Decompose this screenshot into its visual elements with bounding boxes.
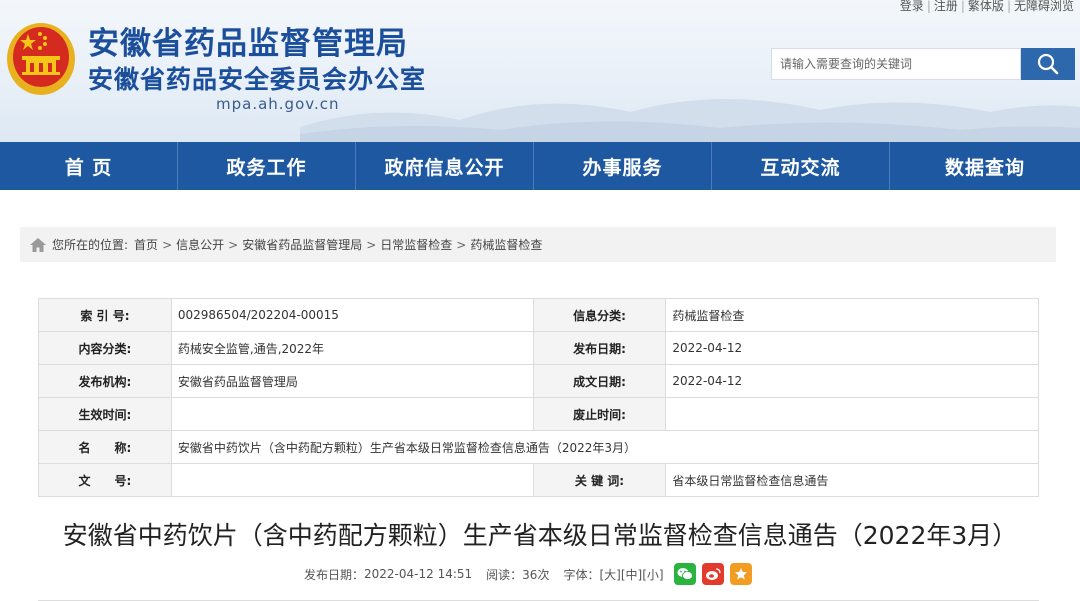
top-links: 登录 | 注册 | 繁体版 | 无障碍浏览 bbox=[900, 0, 1074, 14]
nav-item-services[interactable]: 办事服务 bbox=[534, 142, 712, 190]
site-title: 安徽省药品监督管理局 bbox=[88, 26, 408, 62]
views-count: 36次 bbox=[522, 567, 550, 582]
accessibility-link[interactable]: 无障碍浏览 bbox=[1014, 0, 1074, 14]
label-publish-date: 发布日期: bbox=[532, 331, 667, 365]
breadcrumb: 您所在的位置: 首页 > 信息公开 > 安徽省药品监督管理局 > 日常监督检查 … bbox=[20, 227, 1056, 262]
favorite-icon[interactable] bbox=[729, 563, 752, 585]
nav-item-information-disclosure[interactable]: 政府信息公开 bbox=[356, 142, 534, 190]
site-domain: mpa.ah.gov.cn bbox=[216, 95, 340, 113]
nav-item-data-query[interactable]: 数据查询 bbox=[890, 142, 1080, 190]
value-index-number: 002986504/202204-00015 bbox=[170, 298, 534, 332]
value-expiry-time bbox=[665, 397, 1039, 431]
label-content-category: 内容分类: bbox=[38, 331, 172, 365]
publish-date: 2022-04-12 14:51 bbox=[364, 567, 473, 581]
table-row: 索 引 号: 002986504/202204-00015 信息分类: 药械监督… bbox=[38, 298, 1039, 332]
search-icon bbox=[1037, 53, 1059, 75]
font-size-label: 字体： bbox=[563, 567, 600, 582]
views-label: 阅读： bbox=[486, 567, 523, 582]
breadcrumb-item-bureau[interactable]: 安徽省药品监督管理局 bbox=[242, 236, 362, 253]
site-subtitle: 安徽省药品安全委员会办公室 bbox=[88, 65, 427, 94]
register-link[interactable]: 注册 bbox=[934, 0, 958, 14]
font-size-large[interactable]: [大] bbox=[599, 566, 620, 583]
weibo-icon[interactable] bbox=[701, 563, 724, 585]
wechat-icon[interactable] bbox=[673, 563, 696, 585]
label-name: 名 称: bbox=[38, 430, 172, 464]
home-icon bbox=[30, 237, 46, 252]
nav-item-home[interactable]: 首 页 bbox=[0, 142, 178, 190]
info-table: 索 引 号: 002986504/202204-00015 信息分类: 药械监督… bbox=[38, 298, 1040, 497]
nav-item-interaction[interactable]: 互动交流 bbox=[712, 142, 890, 190]
label-publisher: 发布机构: bbox=[38, 364, 172, 398]
font-size-medium[interactable]: [中] bbox=[621, 566, 642, 583]
article-title: 安徽省中药饮片（含中药配方颗粒）生产省本级日常监督检查信息通告（2022年3月） bbox=[62, 521, 1018, 550]
value-effective-time bbox=[170, 397, 534, 431]
breadcrumb-item-info[interactable]: 信息公开 bbox=[176, 236, 224, 253]
value-written-date: 2022-04-12 bbox=[665, 364, 1039, 398]
table-row: 内容分类: 药械安全监管,通告,2022年 发布日期: 2022-04-12 bbox=[38, 331, 1039, 365]
label-index-number: 索 引 号: bbox=[38, 298, 172, 332]
national-emblem-icon bbox=[7, 23, 75, 95]
label-info-category: 信息分类: bbox=[532, 298, 667, 332]
value-name: 安徽省中药饮片（含中药配方颗粒）生产省本级日常监督检查信息通告（2022年3月） bbox=[170, 430, 1040, 464]
value-content-category: 药械安全监管,通告,2022年 bbox=[170, 331, 534, 365]
search-input[interactable] bbox=[772, 49, 1020, 79]
label-keywords: 关 键 词: bbox=[532, 463, 667, 497]
main-content: 您所在的位置: 首页 > 信息公开 > 安徽省药品监督管理局 > 日常监督检查 … bbox=[0, 190, 1080, 601]
search-button[interactable] bbox=[1021, 48, 1075, 80]
font-size-small[interactable]: [小] bbox=[642, 566, 663, 583]
main-nav: 首 页 政务工作 政府信息公开 办事服务 互动交流 数据查询 bbox=[0, 142, 1080, 190]
table-row: 名 称: 安徽省中药饮片（含中药配方颗粒）生产省本级日常监督检查信息通告（202… bbox=[38, 430, 1040, 464]
value-publish-date: 2022-04-12 bbox=[665, 331, 1039, 365]
label-expiry-time: 废止时间: bbox=[532, 397, 667, 431]
breadcrumb-item-daily-inspection[interactable]: 日常监督检查 bbox=[380, 236, 452, 253]
traditional-chinese-link[interactable]: 繁体版 bbox=[968, 0, 1004, 14]
table-row: 生效时间: 废止时间: bbox=[38, 397, 1039, 431]
nav-item-government-affairs[interactable]: 政务工作 bbox=[178, 142, 356, 190]
value-publisher: 安徽省药品监督管理局 bbox=[170, 364, 534, 398]
label-written-date: 成文日期: bbox=[532, 364, 667, 398]
site-header: 登录 | 注册 | 繁体版 | 无障碍浏览 安徽省药品监督管理局 安徽省药品安全委员会办公室… bbox=[0, 0, 1080, 142]
publish-label: 发布日期： bbox=[304, 567, 365, 582]
search-box bbox=[771, 48, 1021, 80]
value-document-number bbox=[170, 463, 534, 497]
table-row: 文 号: 关 键 词: 省本级日常监督检查信息通告 bbox=[38, 463, 1039, 497]
login-link[interactable]: 登录 bbox=[900, 0, 924, 14]
table-row: 发布机构: 安徽省药品监督管理局 成文日期: 2022-04-12 bbox=[38, 364, 1039, 398]
value-info-category: 药械监督检查 bbox=[665, 298, 1039, 332]
breadcrumb-item-home[interactable]: 首页 bbox=[134, 236, 158, 253]
label-effective-time: 生效时间: bbox=[38, 397, 172, 431]
article-meta: 发布日期： 2022-04-12 14:51 阅读： 36次 字体： [大] [… bbox=[304, 561, 752, 587]
breadcrumb-prefix: 您所在的位置: bbox=[52, 238, 129, 252]
value-keywords: 省本级日常监督检查信息通告 bbox=[665, 463, 1039, 497]
breadcrumb-item-drug-device-inspection[interactable]: 药械监督检查 bbox=[470, 236, 542, 253]
label-document-number: 文 号: bbox=[38, 463, 172, 497]
